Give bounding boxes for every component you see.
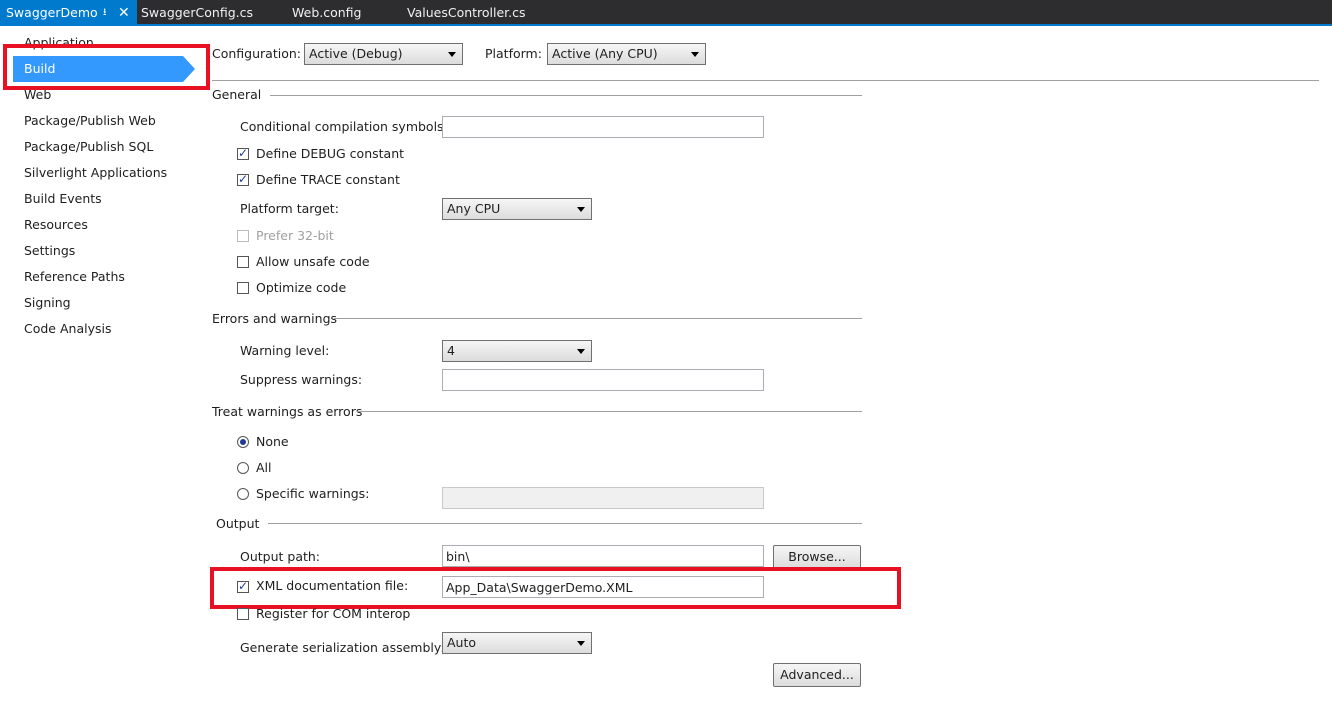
chevron-down-icon — [691, 52, 699, 57]
sidebar-item-code-analysis[interactable]: Code Analysis — [24, 318, 111, 340]
tab-label: ValuesController.cs — [407, 5, 526, 20]
output-path-input[interactable] — [442, 545, 764, 567]
configuration-combo[interactable]: Active (Debug) — [304, 43, 463, 65]
configuration-value: Active (Debug) — [309, 46, 403, 61]
tab-swaggerdemo[interactable]: SwaggerDemo ⭳ ✕ — [0, 0, 137, 24]
platform-target-combo[interactable]: Any CPU — [442, 198, 592, 220]
chevron-down-icon — [448, 52, 456, 57]
group-divider — [270, 95, 862, 96]
checkmark-icon: ✓ — [238, 172, 249, 186]
sidebar-item-reference-paths[interactable]: Reference Paths — [24, 266, 125, 288]
specific-warnings-radio[interactable] — [237, 488, 249, 500]
allow-unsafe-checkbox[interactable] — [237, 256, 249, 268]
com-interop-label: Register for COM interop — [256, 606, 411, 621]
group-divider — [357, 411, 862, 412]
specific-warnings-label: Specific warnings: — [256, 486, 370, 501]
pin-icon[interactable]: ⭳ — [103, 0, 107, 26]
sidebar-item-signing[interactable]: Signing — [24, 292, 71, 314]
suppress-warnings-input[interactable] — [442, 369, 764, 391]
com-interop-checkbox[interactable] — [237, 608, 249, 620]
define-trace-label: Define TRACE constant — [256, 172, 400, 187]
chevron-down-icon — [577, 207, 585, 212]
define-trace-checkbox[interactable]: ✓ — [237, 172, 249, 186]
errors-group-title: Errors and warnings — [212, 311, 338, 326]
tab-accent-line — [0, 24, 1332, 26]
group-divider — [268, 523, 862, 524]
configuration-label: Configuration: — [212, 46, 301, 61]
specific-warnings-input[interactable] — [442, 487, 764, 509]
optimize-checkbox[interactable] — [237, 282, 249, 294]
close-icon[interactable]: ✕ — [118, 0, 130, 26]
general-group-title: General — [212, 87, 262, 102]
checkmark-icon: ✓ — [238, 146, 249, 160]
define-debug-checkbox[interactable]: ✓ — [237, 146, 249, 160]
optimize-label: Optimize code — [256, 280, 347, 295]
document-tab-strip: SwaggerDemo ⭳ ✕ SwaggerConfig.cs Web.con… — [0, 0, 1332, 24]
tab-valuescontroller[interactable]: ValuesController.cs — [407, 0, 526, 24]
serialization-combo[interactable]: Auto — [442, 632, 592, 654]
sidebar-item-settings[interactable]: Settings — [24, 240, 75, 262]
define-debug-label: Define DEBUG constant — [256, 146, 405, 161]
tab-label: SwaggerConfig.cs — [141, 5, 253, 20]
tab-label: Web.config — [292, 5, 362, 20]
highlight-box-build — [3, 44, 210, 90]
prefer-32bit-label: Prefer 32-bit — [256, 228, 334, 243]
tab-label: SwaggerDemo — [6, 5, 98, 20]
browse-button[interactable]: Browse... — [773, 545, 861, 569]
platform-target-label: Platform target: — [240, 201, 339, 216]
advanced-button[interactable]: Advanced... — [773, 663, 861, 687]
sidebar-item-silverlight[interactable]: Silverlight Applications — [24, 162, 167, 184]
warning-level-value: 4 — [447, 343, 455, 358]
platform-label: Platform: — [485, 46, 542, 61]
sidebar-item-package-publish-sql[interactable]: Package/Publish SQL — [24, 136, 153, 158]
tab-swaggerconfig[interactable]: SwaggerConfig.cs — [141, 0, 253, 24]
serialization-label: Generate serialization assembly: — [240, 640, 445, 655]
treat-group-title: Treat warnings as errors — [212, 404, 363, 419]
serialization-value: Auto — [447, 635, 477, 650]
all-label: All — [256, 460, 272, 475]
sidebar-item-resources[interactable]: Resources — [24, 214, 88, 236]
chevron-down-icon — [577, 349, 585, 354]
platform-target-value: Any CPU — [447, 201, 501, 216]
none-radio[interactable] — [237, 436, 249, 448]
cond-symbols-input[interactable] — [442, 116, 764, 138]
output-group-title: Output — [216, 516, 260, 531]
chevron-down-icon — [577, 641, 585, 646]
allow-unsafe-label: Allow unsafe code — [256, 254, 370, 269]
config-divider — [212, 80, 1319, 81]
radio-dot — [240, 439, 246, 445]
group-divider — [334, 318, 862, 319]
sidebar-item-build-events[interactable]: Build Events — [24, 188, 102, 210]
none-label: None — [256, 434, 289, 449]
platform-value: Active (Any CPU) — [552, 46, 658, 61]
highlight-box-xml-doc — [210, 567, 901, 609]
warning-level-label: Warning level: — [240, 343, 330, 358]
all-radio[interactable] — [237, 462, 249, 474]
warning-level-combo[interactable]: 4 — [442, 340, 592, 362]
tab-webconfig[interactable]: Web.config — [292, 0, 361, 24]
output-path-label: Output path: — [240, 549, 321, 564]
suppress-warnings-label: Suppress warnings: — [240, 372, 363, 387]
cond-symbols-label: Conditional compilation symbols: — [240, 119, 448, 134]
platform-combo[interactable]: Active (Any CPU) — [547, 43, 706, 65]
prefer-32bit-checkbox[interactable] — [237, 230, 249, 242]
sidebar-item-package-publish-web[interactable]: Package/Publish Web — [24, 110, 156, 132]
